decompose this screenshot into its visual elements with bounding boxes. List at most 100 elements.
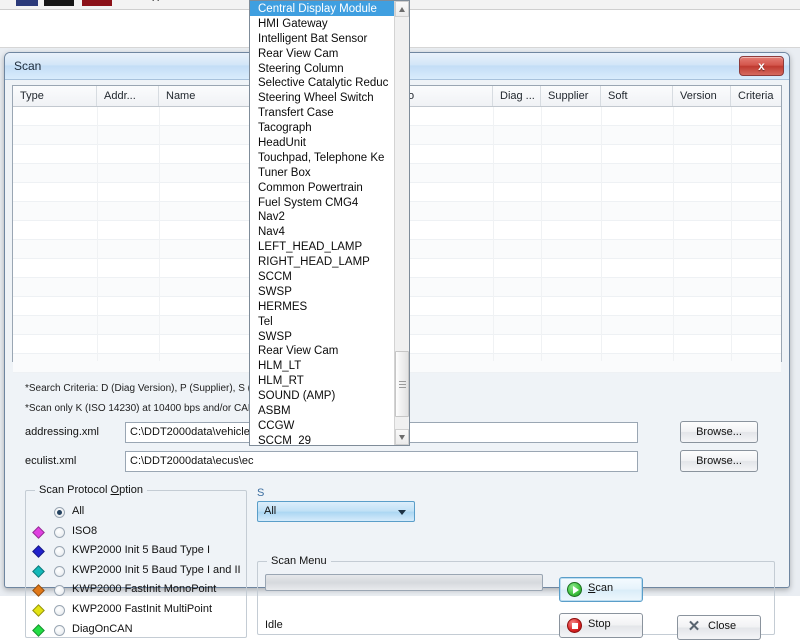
dropdown-item[interactable]: LEFT_HEAD_LAMP xyxy=(250,239,394,254)
desktop-background: CAN X Scan x TypeAddr...NameFl...NoDiag … xyxy=(0,0,800,596)
dropdown-item[interactable]: CCGW xyxy=(250,418,394,433)
protocol-option-label: KWP2000 FastInit MonoPoint xyxy=(72,583,216,595)
radio-button[interactable] xyxy=(54,625,65,636)
table-header-diag[interactable]: Diag ... xyxy=(493,86,541,106)
column-separator xyxy=(97,107,98,361)
column-separator xyxy=(673,107,674,361)
dropdown-item[interactable]: ASBM xyxy=(250,403,394,418)
dropdown-item[interactable]: SWSP xyxy=(250,329,394,344)
scan-menu-title: Scan Menu xyxy=(267,555,331,567)
dropdown-item[interactable]: Common Powertrain xyxy=(250,180,394,195)
dropdown-item[interactable]: Tuner Box xyxy=(250,165,394,180)
dropdown-item[interactable]: Central Display Module xyxy=(250,1,394,16)
ecu-dropdown-list[interactable]: Central Display ModuleHMI GatewayIntelli… xyxy=(249,0,410,446)
scan-progress-bar xyxy=(265,574,543,591)
close-icon: x xyxy=(740,59,783,73)
radio-button[interactable] xyxy=(54,566,65,577)
protocol-option-kwp2000-init-5-baud-type-i-and-ii[interactable]: KWP2000 Init 5 Baud Type I and II xyxy=(34,562,246,582)
protocol-color-diamond-icon xyxy=(32,624,45,637)
browse-addressing-button[interactable]: Browse... xyxy=(680,421,758,443)
scan-mode-combobox[interactable]: All xyxy=(257,501,415,522)
protocol-color-diamond-icon xyxy=(32,545,45,558)
radio-button[interactable] xyxy=(54,546,65,557)
scroll-up-icon[interactable] xyxy=(395,1,409,17)
table-header-supplier[interactable]: Supplier xyxy=(541,86,601,106)
dropdown-item[interactable]: Transfert Case xyxy=(250,105,394,120)
scan-button[interactable]: Scan xyxy=(559,577,643,602)
dropdown-item[interactable]: RIGHT_HEAD_LAMP xyxy=(250,254,394,269)
protocol-option-diagoncan[interactable]: DiagOnCAN xyxy=(34,621,246,641)
scan-status-text: Idle xyxy=(265,619,283,631)
dropdown-item[interactable]: SWSP xyxy=(250,284,394,299)
toolbar-can-label: CAN xyxy=(118,0,140,3)
scan-button-label: Scan xyxy=(588,582,613,594)
table-header-criteria[interactable]: Criteria xyxy=(731,86,781,106)
stop-button[interactable]: Stop xyxy=(559,613,643,638)
browse-eculist-button[interactable]: Browse... xyxy=(680,450,758,472)
window-close-button[interactable]: x xyxy=(739,56,784,76)
dropdown-item[interactable]: SOUND (AMP) xyxy=(250,388,394,403)
ecu-dropdown-items[interactable]: Central Display ModuleHMI GatewayIntelli… xyxy=(250,1,394,445)
protocol-option-label: ISO8 xyxy=(72,525,97,537)
close-x-icon: ✕ xyxy=(687,620,701,635)
protocol-option-iso8[interactable]: ISO8 xyxy=(34,523,246,543)
protocol-option-all[interactable]: All xyxy=(34,503,246,523)
protocol-option-kwp2000-fastinit-multipoint[interactable]: KWP2000 FastInit MultiPoint xyxy=(34,601,246,621)
column-separator xyxy=(541,107,542,361)
radio-button[interactable] xyxy=(54,585,65,596)
toolbar-icon-red xyxy=(82,0,112,6)
dropdown-item[interactable]: Touchpad, Telephone Ke xyxy=(250,150,394,165)
dropdown-item[interactable]: Rear View Cam xyxy=(250,343,394,358)
protocol-option-label: KWP2000 Init 5 Baud Type I and II xyxy=(72,564,241,576)
column-separator xyxy=(601,107,602,361)
dropdown-item[interactable]: Intelligent Bat Sensor xyxy=(250,31,394,46)
protocol-option-kwp2000-init-5-baud-type-i[interactable]: KWP2000 Init 5 Baud Type I xyxy=(34,542,246,562)
radio-button[interactable] xyxy=(54,605,65,616)
table-header-soft[interactable]: Soft xyxy=(601,86,673,106)
protocol-option-kwp2000-fastinit-monopoint[interactable]: KWP2000 FastInit MonoPoint xyxy=(34,581,246,601)
dropdown-item[interactable]: Rear View Cam xyxy=(250,46,394,61)
dropdown-scrollbar[interactable] xyxy=(394,1,409,445)
protocol-color-diamond-icon xyxy=(32,585,45,598)
eculist-xml-input[interactable]: C:\DDT2000data\ecus\ec xyxy=(125,451,638,472)
scan-mode-label: S xyxy=(257,487,264,499)
scroll-down-icon[interactable] xyxy=(395,429,409,445)
column-separator xyxy=(731,107,732,361)
play-icon xyxy=(567,582,582,597)
scan-mode-combobox-value: All xyxy=(264,505,276,517)
dropdown-item[interactable]: HLM_RT xyxy=(250,373,394,388)
radio-button[interactable] xyxy=(54,507,65,518)
protocol-option-label: KWP2000 Init 5 Baud Type I xyxy=(72,544,210,556)
chevron-down-icon[interactable] xyxy=(395,504,410,519)
protocol-color-diamond-icon xyxy=(32,565,45,578)
table-header-addr[interactable]: Addr... xyxy=(97,86,159,106)
scrollbar-thumb[interactable] xyxy=(395,351,409,417)
dropdown-item[interactable]: Steering Column xyxy=(250,61,394,76)
stop-icon xyxy=(567,618,582,633)
dropdown-item[interactable]: Nav2 xyxy=(250,209,394,224)
close-button[interactable]: ✕ Close xyxy=(677,615,761,640)
scan-protocol-option-group: Scan Protocol Option AllISO8KWP2000 Init… xyxy=(25,490,247,638)
dropdown-item[interactable]: Selective Catalytic Reduc xyxy=(250,75,394,90)
dropdown-item[interactable]: SCCM xyxy=(250,269,394,284)
dropdown-item[interactable]: Nav4 xyxy=(250,224,394,239)
column-separator xyxy=(493,107,494,361)
table-header-type[interactable]: Type xyxy=(13,86,97,106)
radio-button[interactable] xyxy=(54,527,65,538)
dropdown-item[interactable]: HeadUnit xyxy=(250,135,394,150)
toolbar-icon-blue xyxy=(16,0,38,6)
scan-protocol-option-title: Scan Protocol Option xyxy=(35,484,147,496)
dropdown-item[interactable]: HERMES xyxy=(250,299,394,314)
protocol-option-label: KWP2000 FastInit MultiPoint xyxy=(72,603,212,615)
dropdown-item[interactable]: Steering Wheel Switch xyxy=(250,90,394,105)
dropdown-item[interactable]: Fuel System CMG4 xyxy=(250,195,394,210)
dropdown-item[interactable]: HMI Gateway xyxy=(250,16,394,31)
dropdown-item[interactable]: HLM_LT xyxy=(250,358,394,373)
protocol-option-label: DiagOnCAN xyxy=(72,623,133,635)
protocol-option-label: All xyxy=(72,505,84,517)
eculist-xml-label: eculist.xml xyxy=(25,455,76,467)
table-header-version[interactable]: Version xyxy=(673,86,731,106)
dropdown-item[interactable]: SCCM_29 xyxy=(250,433,394,445)
dropdown-item[interactable]: Tel xyxy=(250,314,394,329)
dropdown-item[interactable]: Tacograph xyxy=(250,120,394,135)
